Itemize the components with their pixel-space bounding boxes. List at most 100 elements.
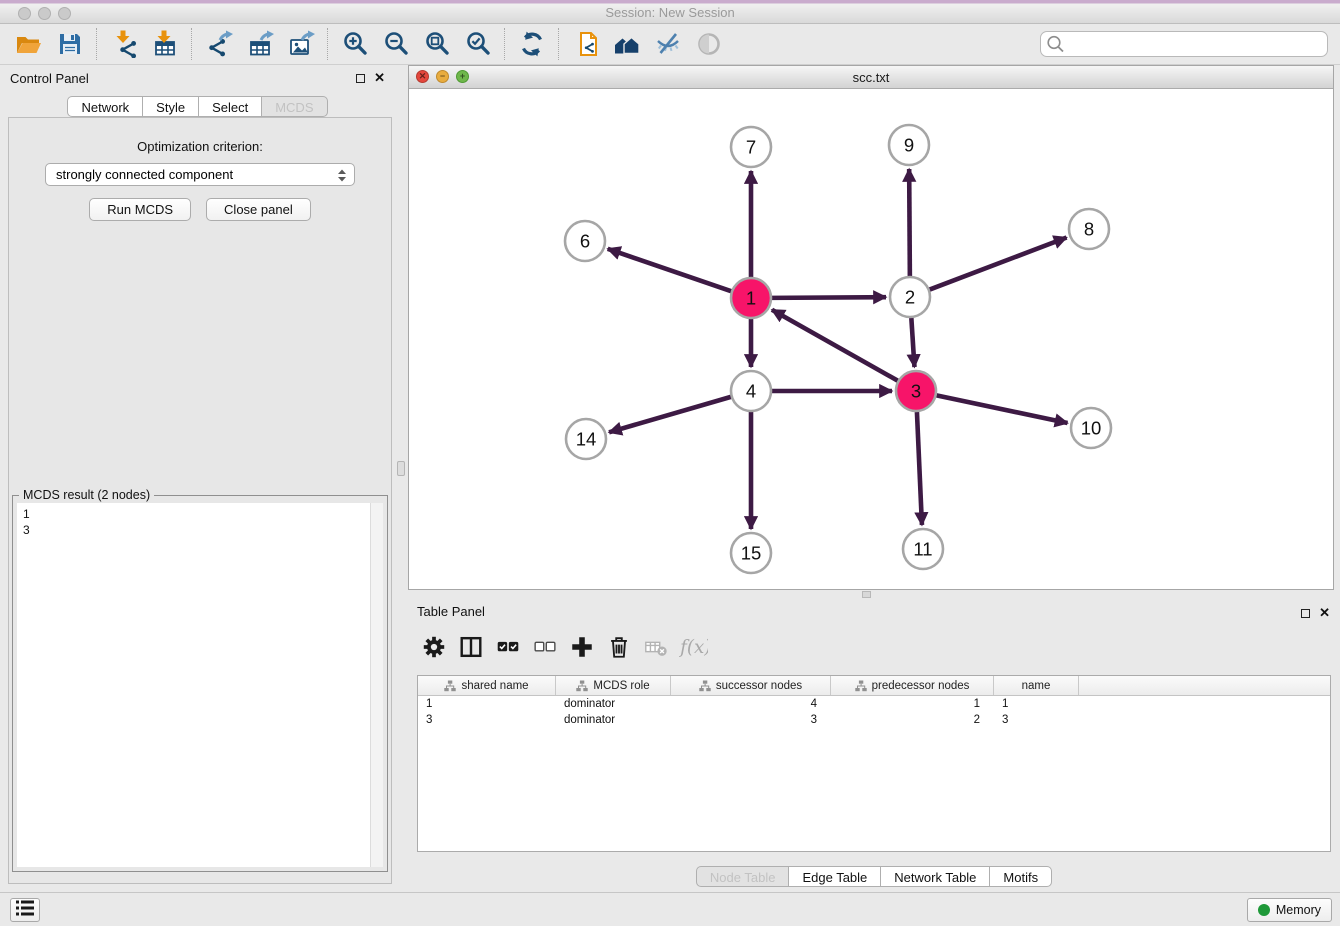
result-item[interactable]: 1 <box>17 506 383 522</box>
graph-node-label: 7 <box>746 137 756 158</box>
tab-edge-table[interactable]: Edge Table <box>788 866 881 887</box>
graph-edge-4-14[interactable] <box>609 397 731 432</box>
graph-node-label: 1 <box>746 288 756 309</box>
float-table-panel-icon[interactable] <box>1301 609 1310 618</box>
memory-button[interactable]: Memory <box>1247 898 1332 922</box>
network-canvas[interactable]: 7968124314101511 <box>409 89 1333 589</box>
deselect-all-icon[interactable] <box>530 632 560 662</box>
table-row[interactable]: 3dominator323 <box>418 712 1330 728</box>
tab-network-table[interactable]: Network Table <box>880 866 990 887</box>
main-toolbar <box>0 24 1340 65</box>
table-cell: 1 <box>418 698 556 710</box>
hide-selected-icon[interactable] <box>647 27 688 61</box>
horizontal-splitter-handle[interactable] <box>862 591 871 598</box>
control-panel-tabs: NetworkStyleSelectMCDS <box>0 96 395 117</box>
zoom-in-icon[interactable] <box>334 27 375 61</box>
tab-motifs[interactable]: Motifs <box>989 866 1052 887</box>
zoom-window-icon[interactable] <box>58 7 71 20</box>
tab-mcds[interactable]: MCDS <box>261 96 327 117</box>
window-controls <box>18 7 71 20</box>
table-cell: dominator <box>556 698 671 710</box>
minimize-network-icon[interactable]: − <box>436 70 449 83</box>
search-input[interactable] <box>1040 31 1328 57</box>
column-label: shared name <box>461 680 528 692</box>
table-panel: Table Panel ✕ f(x) shared nameMCDS roles… <box>408 600 1340 892</box>
add-row-icon[interactable] <box>567 632 597 662</box>
export-network-icon[interactable] <box>198 27 239 61</box>
criterion-dropdown[interactable]: strongly connected component <box>45 163 355 186</box>
table-header-row: shared name MCDS role successor nodes prede… <box>418 676 1330 696</box>
column-header-mcds-role[interactable]: MCDS role <box>556 676 671 695</box>
graph-edge-2-8[interactable] <box>930 238 1067 290</box>
close-window-icon[interactable] <box>18 7 31 20</box>
graph-edge-3-1[interactable] <box>772 310 898 381</box>
split-view-icon[interactable] <box>456 632 486 662</box>
maximize-network-icon[interactable]: + <box>456 70 469 83</box>
graph-node-label: 8 <box>1084 219 1094 240</box>
table-cell: 3 <box>671 714 831 726</box>
vertical-splitter-handle[interactable] <box>397 461 405 476</box>
export-image-icon[interactable] <box>280 27 321 61</box>
select-all-icon[interactable] <box>493 632 523 662</box>
network-window-titlebar[interactable]: ✕ − + scc.txt <box>409 66 1333 89</box>
close-network-icon[interactable]: ✕ <box>416 70 429 83</box>
open-session-icon[interactable] <box>8 27 49 61</box>
mcds-panel: Optimization criterion: strongly connect… <box>8 117 392 884</box>
delete-row-icon[interactable] <box>604 632 634 662</box>
graph-edge-1-6[interactable] <box>608 249 731 291</box>
zoom-out-icon[interactable] <box>375 27 416 61</box>
table-cell: dominator <box>556 714 671 726</box>
zoom-selected-icon[interactable] <box>457 27 498 61</box>
table-row[interactable]: 1dominator411 <box>418 696 1330 712</box>
column-label: predecessor nodes <box>872 680 970 692</box>
toolbar-separator <box>504 28 505 60</box>
task-history-button[interactable] <box>10 898 40 922</box>
column-header-shared-name[interactable]: shared name <box>418 676 556 695</box>
tab-select[interactable]: Select <box>198 96 262 117</box>
tab-network[interactable]: Network <box>67 96 143 117</box>
import-table-icon[interactable] <box>144 27 185 61</box>
graph-edge-2-9[interactable] <box>909 169 910 276</box>
close-table-panel-icon[interactable]: ✕ <box>1319 607 1330 619</box>
column-type-icon <box>855 680 867 692</box>
graph-edge-1-2[interactable] <box>772 297 886 298</box>
table-cell: 4 <box>671 698 831 710</box>
minimize-window-icon[interactable] <box>38 7 51 20</box>
close-panel-icon[interactable]: ✕ <box>374 72 385 84</box>
close-panel-button[interactable]: Close panel <box>206 198 311 221</box>
table-cell: 2 <box>831 714 994 726</box>
zoom-fit-icon[interactable] <box>416 27 457 61</box>
result-item[interactable]: 3 <box>17 522 383 538</box>
network-window: ✕ − + scc.txt 7968124314101511 <box>408 65 1334 590</box>
delete-table-icon <box>641 632 671 662</box>
run-mcds-button[interactable]: Run MCDS <box>89 198 191 221</box>
export-table-icon[interactable] <box>239 27 280 61</box>
toolbar-group <box>8 27 90 61</box>
table-cell: 1 <box>831 698 994 710</box>
column-header-predecessor-nodes[interactable]: predecessor nodes <box>831 676 994 695</box>
mcds-result-items: 13 <box>17 506 383 538</box>
column-label: MCDS role <box>593 680 649 692</box>
refresh-layout-icon[interactable] <box>511 27 552 61</box>
gear-icon[interactable] <box>419 632 449 662</box>
graph-node-label: 10 <box>1081 418 1102 439</box>
graph-edge-3-11[interactable] <box>917 412 922 525</box>
tab-style[interactable]: Style <box>142 96 199 117</box>
import-network-icon[interactable] <box>103 27 144 61</box>
search-box <box>1040 31 1328 57</box>
graph-edge-2-3[interactable] <box>911 318 914 367</box>
result-scrollbar[interactable] <box>370 503 383 867</box>
copy-style-icon[interactable] <box>565 27 606 61</box>
float-panel-icon[interactable] <box>356 74 365 83</box>
graph-edge-3-10[interactable] <box>937 395 1068 423</box>
column-header-name[interactable]: name <box>994 676 1079 695</box>
first-neighbors-icon[interactable] <box>606 27 647 61</box>
tab-node-table[interactable]: Node Table <box>696 866 790 887</box>
save-session-icon[interactable] <box>49 27 90 61</box>
toolbar-separator <box>558 28 559 60</box>
control-panel-header: Control Panel ✕ <box>0 65 395 93</box>
column-header-successor-nodes[interactable]: successor nodes <box>671 676 831 695</box>
list-icon <box>14 897 36 924</box>
table-panel-title: Table Panel <box>417 604 485 619</box>
table-cell: 3 <box>418 714 556 726</box>
